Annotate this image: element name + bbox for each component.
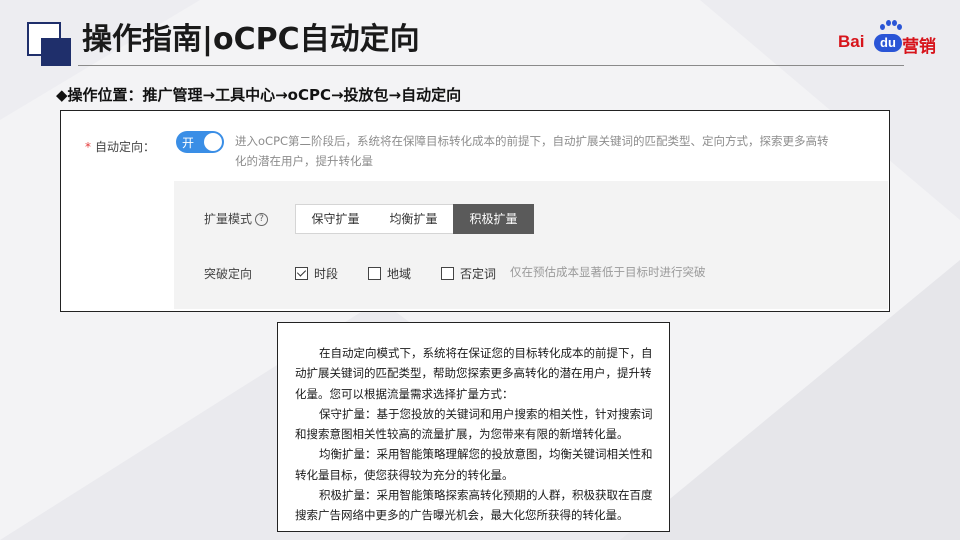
breakthrough-hint: 仅在预估成本显著低于目标时进行突破 bbox=[510, 265, 706, 279]
help-icon[interactable]: ? bbox=[255, 213, 269, 226]
checkbox-region[interactable]: 地域 bbox=[368, 265, 411, 282]
mode-conservative-button[interactable]: 保守扩量 bbox=[295, 204, 376, 234]
checkbox-label: 地域 bbox=[387, 267, 412, 281]
note-paragraph-conservative: 保守扩量：基于您投放的关键词和用户搜索的相关性，针对搜索词和搜索意图相关性较高的… bbox=[295, 406, 653, 442]
checkbox-label: 时段 bbox=[314, 267, 339, 281]
logo-text-marketing: 营销 bbox=[902, 37, 936, 56]
page-title: 操作指南|oCPC自动定向 bbox=[82, 22, 420, 57]
logo-text-du: du bbox=[874, 34, 902, 52]
logo-text-bai: Bai bbox=[838, 32, 865, 51]
explanation-note: 在自动定向模式下，系统将在保证您的目标转化成本的前提下，自动扩展关键词的匹配类型… bbox=[277, 322, 670, 532]
baidu-marketing-logo: Bai du 营销 bbox=[838, 20, 938, 56]
note-paragraph-balanced: 均衡扩量：采用智能策略理解您的投放意图，均衡关键词相关性和转化量目标，使您获得较… bbox=[295, 447, 653, 482]
paw-icon bbox=[878, 20, 902, 32]
auto-targeting-label: * 自动定向： bbox=[85, 138, 155, 155]
checkbox-unchecked-icon[interactable] bbox=[368, 267, 381, 280]
checkbox-time-period[interactable]: 时段 bbox=[295, 265, 338, 282]
expansion-settings: 扩量模式? 保守扩量 均衡扩量 积极扩量 突破定向 时段 地域 否定词 仅在预估… bbox=[174, 181, 888, 309]
title-decoration-block bbox=[41, 38, 71, 66]
checkbox-negative-keywords[interactable]: 否定词 bbox=[441, 265, 496, 282]
mode-aggressive-button[interactable]: 积极扩量 bbox=[453, 204, 534, 234]
operation-path: ◆操作位置：推广管理→工具中心→oCPC→投放包→自动定向 bbox=[56, 86, 462, 104]
toggle-knob bbox=[204, 133, 222, 151]
note-paragraph-intro: 在自动定向模式下，系统将在保证您的目标转化成本的前提下，自动扩展关键词的匹配类型… bbox=[295, 346, 653, 401]
auto-targeting-label-text: 自动定向： bbox=[95, 140, 156, 154]
note-paragraph-aggressive: 积极扩量：采用智能策略探索高转化预期的人群，积极获取在百度搜索广告网络中更多的广… bbox=[295, 488, 653, 523]
checkbox-checked-icon[interactable] bbox=[295, 267, 308, 280]
auto-targeting-toggle[interactable]: 开 bbox=[176, 131, 224, 153]
mode-balanced-button[interactable]: 均衡扩量 bbox=[374, 204, 454, 234]
expansion-mode-label-text: 扩量模式 bbox=[204, 212, 253, 226]
checkbox-unchecked-icon[interactable] bbox=[441, 267, 454, 280]
breakthrough-label: 突破定向 bbox=[204, 267, 253, 281]
required-mark: * bbox=[85, 140, 91, 154]
auto-targeting-description: 进入oCPC第二阶段后，系统将在保障目标转化成本的前提下，自动扩展关键词的匹配类… bbox=[235, 134, 829, 168]
title-divider bbox=[78, 65, 904, 66]
expansion-mode-label: 扩量模式? bbox=[204, 210, 269, 227]
toggle-label: 开 bbox=[182, 136, 195, 150]
auto-targeting-panel: * 自动定向： 开 进入oCPC第二阶段后，系统将在保障目标转化成本的前提下，自动… bbox=[60, 110, 890, 312]
checkbox-label: 否定词 bbox=[460, 267, 497, 281]
